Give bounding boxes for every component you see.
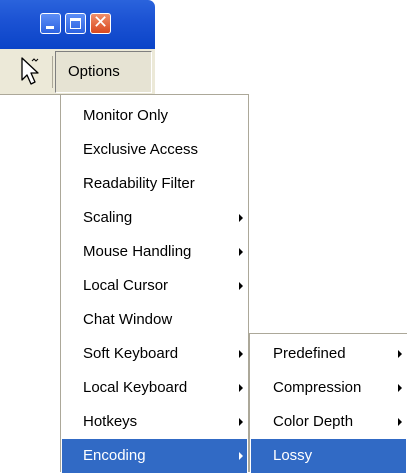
menu-item-readability-filter[interactable]: Readability Filter [62,167,247,201]
submenu-item-color-depth[interactable]: Color Depth [251,405,406,439]
submenu-arrow-icon [239,282,243,290]
submenu-arrow-icon [239,214,243,222]
submenu-item-label: Color Depth [273,413,354,430]
menu-item-label: Scaling [83,209,133,226]
submenu-arrow-icon [239,418,243,426]
menu-item-monitor-only[interactable]: Monitor Only [62,99,247,133]
submenu-arrow-icon [398,418,402,426]
minimize-button[interactable] [40,13,61,34]
menu-item-label: Encoding [83,447,146,464]
submenu-arrow-icon [239,350,243,358]
menu-item-mouse-handling[interactable]: Mouse Handling [62,235,247,269]
submenu-arrow-icon [398,350,402,358]
menu-item-label: Readability Filter [83,175,195,192]
close-button[interactable]: ✕ [90,13,111,34]
submenu-arrow-icon [398,384,402,392]
menu-item-local-keyboard[interactable]: Local Keyboard [62,371,247,405]
menu-item-label: Exclusive Access [83,141,199,158]
menu-item-label: Local Keyboard [83,379,188,396]
submenu-item-label: Predefined [273,345,346,362]
menu-item-exclusive-access[interactable]: Exclusive Access [62,133,247,167]
submenu-arrow-icon [239,452,243,460]
menu-item-label: Chat Window [83,311,173,328]
encoding-submenu: Predefined Compression Color Depth Lossy [249,333,407,473]
submenu-item-predefined[interactable]: Predefined [251,337,406,371]
title-bar: ✕ [0,0,155,49]
menu-item-encoding[interactable]: Encoding [62,439,247,473]
menu-item-local-cursor[interactable]: Local Cursor [62,269,247,303]
options-dropdown: Monitor Only Exclusive Access Readabilit… [60,94,249,473]
maximize-icon [70,18,81,29]
menu-item-chat-window[interactable]: Chat Window [62,303,247,337]
submenu-item-compression[interactable]: Compression [251,371,406,405]
menu-item-scaling[interactable]: Scaling [62,201,247,235]
submenu-item-lossy[interactable]: Lossy [251,439,406,473]
toolbar-separator [52,56,53,88]
mouse-pointer-icon [21,57,39,85]
menu-item-soft-keyboard[interactable]: Soft Keyboard [62,337,247,371]
options-menu-button[interactable]: Options [55,51,152,93]
maximize-button[interactable] [65,13,86,34]
submenu-arrow-icon [239,248,243,256]
menu-item-label: Hotkeys [83,413,138,430]
mouse-pointer-button[interactable] [12,54,52,92]
close-icon: ✕ [92,12,109,33]
submenu-arrow-icon [239,384,243,392]
menu-item-label: Mouse Handling [83,243,192,260]
minimize-icon [46,26,54,29]
menu-item-label: Local Cursor [83,277,169,294]
menu-item-label: Monitor Only [83,107,169,124]
menu-item-hotkeys[interactable]: Hotkeys [62,405,247,439]
submenu-item-label: Compression [273,379,362,396]
submenu-item-label: Lossy [273,447,313,464]
menu-item-label: Soft Keyboard [83,345,179,362]
